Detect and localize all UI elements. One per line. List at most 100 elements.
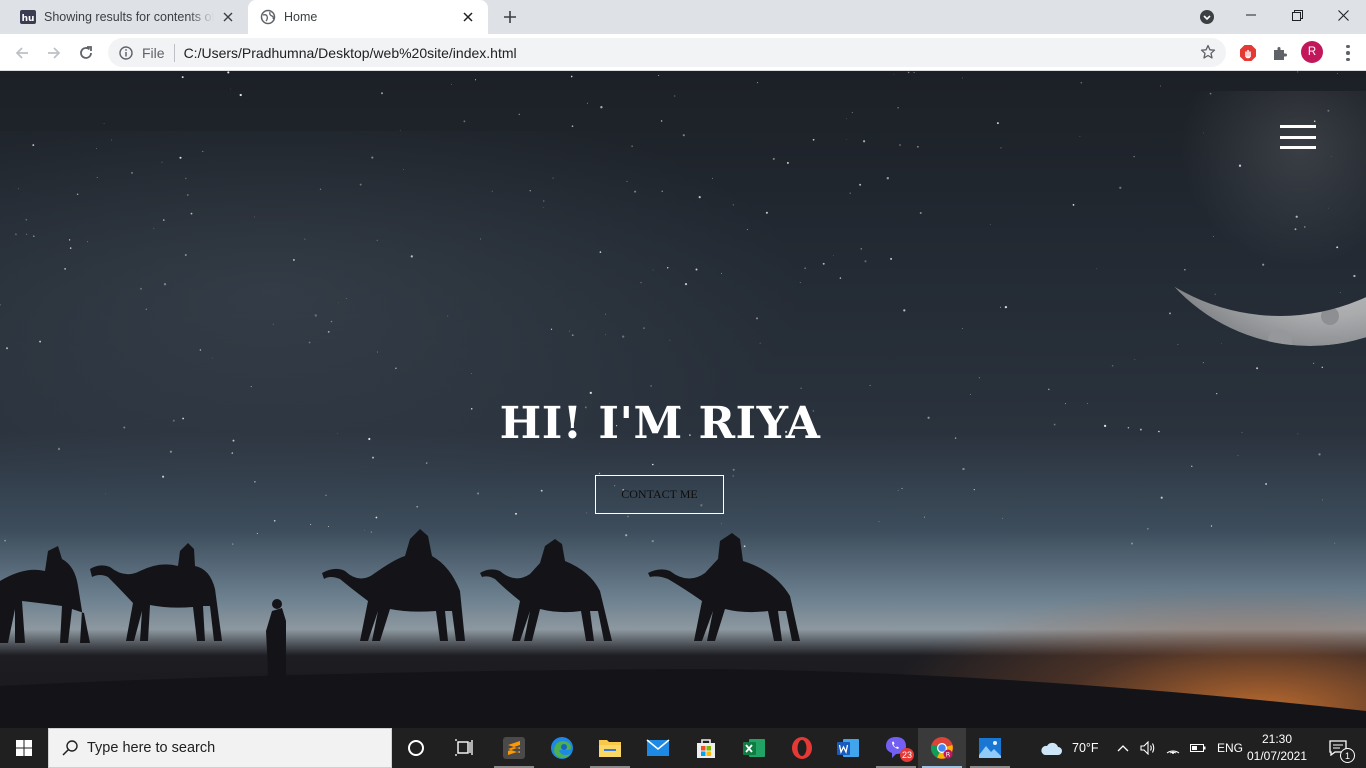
back-button[interactable]	[8, 39, 36, 67]
folder-icon	[599, 740, 621, 757]
camel-caravan-silhouette	[0, 529, 1366, 728]
clock-date: 01/07/2021	[1246, 749, 1308, 763]
new-tab-button[interactable]	[498, 5, 522, 29]
star	[634, 190, 637, 193]
close-window-button[interactable]	[1320, 0, 1366, 30]
profile-avatar[interactable]: R	[1301, 41, 1323, 63]
star	[599, 251, 602, 253]
hamburger-menu-icon[interactable]	[1280, 125, 1316, 149]
star	[480, 238, 481, 240]
star	[410, 255, 413, 258]
crescent-moon	[1125, 91, 1366, 382]
restore-button[interactable]	[1274, 0, 1320, 30]
photos-app[interactable]	[966, 728, 1014, 768]
star	[799, 282, 801, 284]
star	[105, 493, 106, 495]
cortana-circle-icon	[408, 740, 424, 756]
search-input[interactable]	[87, 740, 367, 756]
bookmark-star-icon[interactable]	[1200, 44, 1216, 60]
star	[32, 144, 35, 147]
viber-notification-badge: 23	[899, 748, 914, 762]
star	[425, 462, 428, 464]
star	[860, 248, 862, 250]
star	[163, 283, 167, 286]
arrow-left-icon	[15, 47, 28, 59]
hero-title: HI! I'M RIYA	[499, 398, 821, 449]
star	[897, 490, 899, 491]
taskbar-clock[interactable]: 21:30 01/07/2021	[1244, 731, 1310, 765]
minimize-button[interactable]	[1228, 0, 1274, 30]
star	[477, 492, 480, 495]
star	[746, 229, 748, 231]
windows-logo-icon	[16, 740, 32, 756]
star	[598, 472, 601, 475]
wifi-icon[interactable]	[1162, 742, 1184, 754]
star	[786, 161, 789, 164]
edge-app[interactable]	[538, 728, 586, 768]
star	[17, 188, 19, 190]
tab-search-button[interactable]	[1196, 6, 1218, 28]
tab-home[interactable]: Home	[248, 0, 488, 34]
star	[371, 456, 375, 459]
mail-app[interactable]	[634, 728, 682, 768]
star	[661, 190, 663, 192]
chevron-up-icon[interactable]	[1115, 744, 1131, 752]
action-center-button[interactable]: 1	[1318, 728, 1358, 768]
star	[864, 260, 867, 263]
url-text[interactable]: C:/Users/Pradhumna/Desktop/web%20site/in…	[184, 45, 517, 61]
star	[227, 71, 230, 74]
info-icon[interactable]	[118, 45, 134, 61]
battery-icon[interactable]	[1187, 743, 1209, 753]
forward-button[interactable]	[40, 39, 68, 67]
weather-temperature: 70°F	[1072, 741, 1099, 755]
star	[772, 157, 775, 160]
task-view-button[interactable]	[440, 728, 488, 768]
star	[756, 82, 759, 84]
menu-bar	[1280, 125, 1316, 128]
star	[1004, 305, 1008, 309]
star	[140, 287, 142, 290]
star	[682, 134, 685, 137]
language-indicator[interactable]: ENG	[1217, 741, 1243, 755]
sublime-text-app[interactable]	[490, 728, 538, 768]
star	[631, 145, 633, 147]
taskbar-search-box[interactable]	[48, 728, 392, 768]
star	[897, 107, 899, 109]
address-bar[interactable]: File C:/Users/Pradhumna/Desktop/web%20si…	[108, 38, 1226, 67]
weather-widget[interactable]: 70°F	[1040, 728, 1099, 768]
star	[961, 77, 963, 79]
word-icon	[837, 739, 859, 757]
cortana-button[interactable]	[392, 728, 440, 768]
opera-app[interactable]	[778, 728, 826, 768]
clock-time: 21:30	[1261, 732, 1293, 746]
star	[1160, 496, 1163, 499]
close-icon[interactable]	[220, 9, 236, 25]
star	[95, 148, 97, 149]
reload-icon	[80, 46, 92, 59]
star	[890, 257, 893, 260]
extensions-button[interactable]	[1268, 41, 1292, 65]
start-button[interactable]	[0, 728, 48, 768]
store-app[interactable]	[682, 728, 730, 768]
star	[732, 468, 735, 471]
star	[376, 239, 378, 241]
photos-icon	[979, 738, 1001, 758]
star	[447, 315, 449, 317]
file-explorer-app[interactable]	[586, 728, 634, 768]
reload-button[interactable]	[72, 39, 100, 67]
excel-app[interactable]	[730, 728, 778, 768]
viber-app[interactable]: 23	[872, 728, 920, 768]
star	[292, 258, 295, 261]
puzzle-icon	[1274, 47, 1287, 60]
tab-search-results[interactable]: hu Showing results for contents of t	[8, 0, 248, 34]
browser-menu-button[interactable]	[1338, 41, 1358, 65]
chrome-app[interactable]: R	[918, 728, 966, 768]
star	[973, 488, 975, 491]
adblock-extension-button[interactable]	[1236, 41, 1260, 65]
star	[845, 139, 847, 140]
contact-me-button[interactable]: CONTACT ME	[595, 475, 724, 514]
volume-icon[interactable]	[1137, 741, 1159, 755]
star	[622, 335, 625, 338]
close-icon[interactable]	[460, 9, 476, 25]
word-app[interactable]	[824, 728, 872, 768]
